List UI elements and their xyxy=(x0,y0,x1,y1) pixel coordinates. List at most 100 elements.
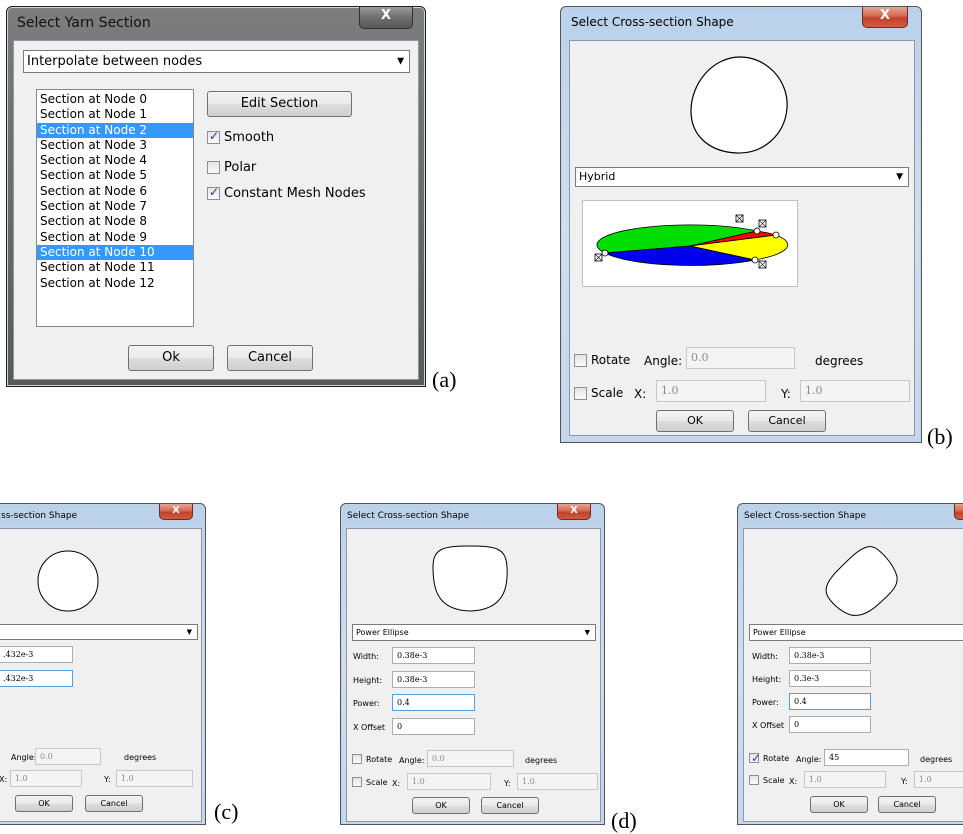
power-input[interactable]: 0.4 xyxy=(789,693,871,710)
cancel-button[interactable]: Cancel xyxy=(227,345,313,371)
polar-checkbox-box[interactable] xyxy=(207,161,220,174)
ok-button[interactable]: OK xyxy=(412,797,470,814)
angle-input[interactable]: 0.0 xyxy=(35,748,101,765)
polar-checkbox[interactable]: Polar xyxy=(207,160,256,175)
dialog-body: Power Ellipse ▼ Width: 0.38e-3 Height: 0… xyxy=(346,528,601,822)
dialog-body: ▼ .432e-3 .432e-3 Angle: 0.0 degrees X: … xyxy=(0,528,202,822)
hybrid-node-handle[interactable] xyxy=(753,227,761,235)
hybrid-node-handle[interactable] xyxy=(772,231,780,239)
list-item[interactable]: Section at Node 3 xyxy=(37,138,193,153)
height-input[interactable]: 0.3e-3 xyxy=(789,670,871,687)
scale-x-label: X: xyxy=(0,775,8,784)
list-item[interactable]: Section at Node 5 xyxy=(37,168,193,183)
scale-y-input[interactable]: 1.0 xyxy=(116,770,193,787)
shape-preview-outline xyxy=(432,545,508,612)
scale-x-input[interactable]: 1.0 xyxy=(10,770,82,787)
power-input[interactable]: 0.4 xyxy=(392,694,475,711)
ok-button[interactable]: OK xyxy=(15,795,73,812)
x-offset-label: X Offset xyxy=(353,723,386,732)
list-item[interactable]: Section at Node 11 xyxy=(37,260,193,275)
scale-x-input[interactable]: 1.0 xyxy=(656,380,766,402)
list-item[interactable]: Section at Node 2 xyxy=(37,122,193,138)
cancel-button[interactable]: Cancel xyxy=(85,795,143,812)
cross-section-dialog-cropped: ss-section Shape X ▼ .432e-3 .432e-3 Ang… xyxy=(0,503,206,825)
height-input[interactable]: 0.38e-3 xyxy=(392,671,475,688)
close-button[interactable]: X xyxy=(159,504,193,520)
shape-type-combo[interactable]: Power Ellipse xyxy=(749,624,963,641)
rotate-label: Rotate xyxy=(591,353,631,367)
dialog-title: Select Cross-section Shape xyxy=(347,511,470,521)
angle-input[interactable]: 0.0 xyxy=(686,347,795,369)
rotate-checkbox-box[interactable] xyxy=(574,353,587,367)
interpolation-combo-value: Interpolate between nodes xyxy=(27,54,203,69)
smooth-checkbox[interactable]: Smooth xyxy=(207,129,274,145)
cancel-button[interactable]: Cancel xyxy=(481,797,539,814)
close-button[interactable] xyxy=(954,504,963,520)
edit-section-button[interactable]: Edit Section xyxy=(207,91,352,117)
constant-mesh-nodes-checkbox-box[interactable] xyxy=(207,185,220,200)
list-item[interactable]: Section at Node 7 xyxy=(37,199,193,214)
hybrid-square-handle[interactable] xyxy=(758,219,767,228)
rotate-checkbox[interactable]: Rotate xyxy=(749,751,790,765)
ok-button[interactable]: OK xyxy=(656,410,734,432)
close-button[interactable]: X xyxy=(359,7,413,29)
section-list[interactable]: Section at Node 0 Section at Node 1 Sectio… xyxy=(36,89,194,327)
shape-type-combo[interactable]: Hybrid ▼ xyxy=(575,167,909,187)
scale-checkbox-box[interactable] xyxy=(574,386,587,400)
list-item[interactable]: Section at Node 9 xyxy=(37,230,193,245)
cancel-button[interactable]: Cancel xyxy=(748,410,826,432)
interpolation-combo[interactable]: Interpolate between nodes ▼ xyxy=(23,50,410,73)
list-item[interactable]: Section at Node 6 xyxy=(37,184,193,199)
angle-input[interactable]: 0.0 xyxy=(427,750,514,767)
width-input[interactable]: 0.38e-3 xyxy=(392,647,475,664)
shape-type-combo[interactable]: ▼ xyxy=(0,624,198,640)
close-button[interactable]: X xyxy=(557,504,591,520)
height-input[interactable]: .432e-3 xyxy=(0,670,73,687)
hybrid-node-handle[interactable] xyxy=(601,249,609,257)
angle-label: Angle: xyxy=(399,756,425,765)
angle-input[interactable]: 45 xyxy=(824,749,909,766)
list-item[interactable]: Section at Node 10 xyxy=(37,244,193,261)
list-item[interactable]: Section at Node 1 xyxy=(37,107,193,122)
close-button[interactable]: X xyxy=(862,7,908,28)
scale-y-input[interactable]: 1.0 xyxy=(914,771,963,788)
hybrid-node-handle[interactable] xyxy=(751,256,759,264)
x-offset-input[interactable]: 0 xyxy=(789,716,871,733)
ok-button[interactable]: Ok xyxy=(128,345,214,371)
smooth-checkbox-box[interactable] xyxy=(207,129,220,144)
hybrid-square-handle[interactable] xyxy=(735,214,744,223)
shape-type-combo[interactable]: Power Ellipse ▼ xyxy=(352,624,596,641)
list-item[interactable]: Section at Node 12 xyxy=(37,276,193,291)
rotate-checkbox-box[interactable] xyxy=(352,754,362,764)
hybrid-section-preview[interactable] xyxy=(582,200,798,287)
scale-checkbox-box[interactable] xyxy=(749,775,759,785)
width-input[interactable]: 0.38e-3 xyxy=(789,647,871,664)
list-item[interactable]: Section at Node 4 xyxy=(37,153,193,168)
scale-y-input[interactable]: 1.0 xyxy=(517,773,598,790)
list-item[interactable]: Section at Node 8 xyxy=(37,214,193,229)
rotate-checkbox[interactable]: Rotate xyxy=(574,353,630,367)
rotate-checkbox-box[interactable] xyxy=(749,751,761,765)
rotate-checkbox[interactable]: Rotate xyxy=(352,754,392,764)
x-offset-input[interactable]: 0 xyxy=(392,718,475,735)
scale-y-label: Y: xyxy=(901,777,908,786)
constant-mesh-nodes-label: Constant Mesh Nodes xyxy=(224,186,366,201)
scale-label: Scale xyxy=(591,386,624,400)
degrees-label: degrees xyxy=(815,354,864,368)
rotate-label: Rotate xyxy=(763,753,790,763)
constant-mesh-nodes-checkbox[interactable]: Constant Mesh Nodes xyxy=(207,185,366,201)
ok-button[interactable]: OK xyxy=(810,796,868,813)
scale-checkbox[interactable]: Scale xyxy=(749,775,785,785)
scale-y-input[interactable]: 1.0 xyxy=(800,380,910,402)
hybrid-square-handle[interactable] xyxy=(594,253,603,262)
hybrid-square-handle[interactable] xyxy=(758,260,767,269)
scale-x-input[interactable]: 1.0 xyxy=(804,771,886,788)
width-input[interactable]: .432e-3 xyxy=(0,646,73,663)
scale-checkbox[interactable]: Scale xyxy=(574,386,623,400)
shape-preview-outline xyxy=(37,550,99,612)
scale-x-input[interactable]: 1.0 xyxy=(407,773,491,790)
scale-checkbox-box[interactable] xyxy=(352,777,362,787)
scale-checkbox[interactable]: Scale xyxy=(352,777,388,787)
cancel-button[interactable]: Cancel xyxy=(878,796,936,813)
list-item[interactable]: Section at Node 0 xyxy=(37,92,193,107)
